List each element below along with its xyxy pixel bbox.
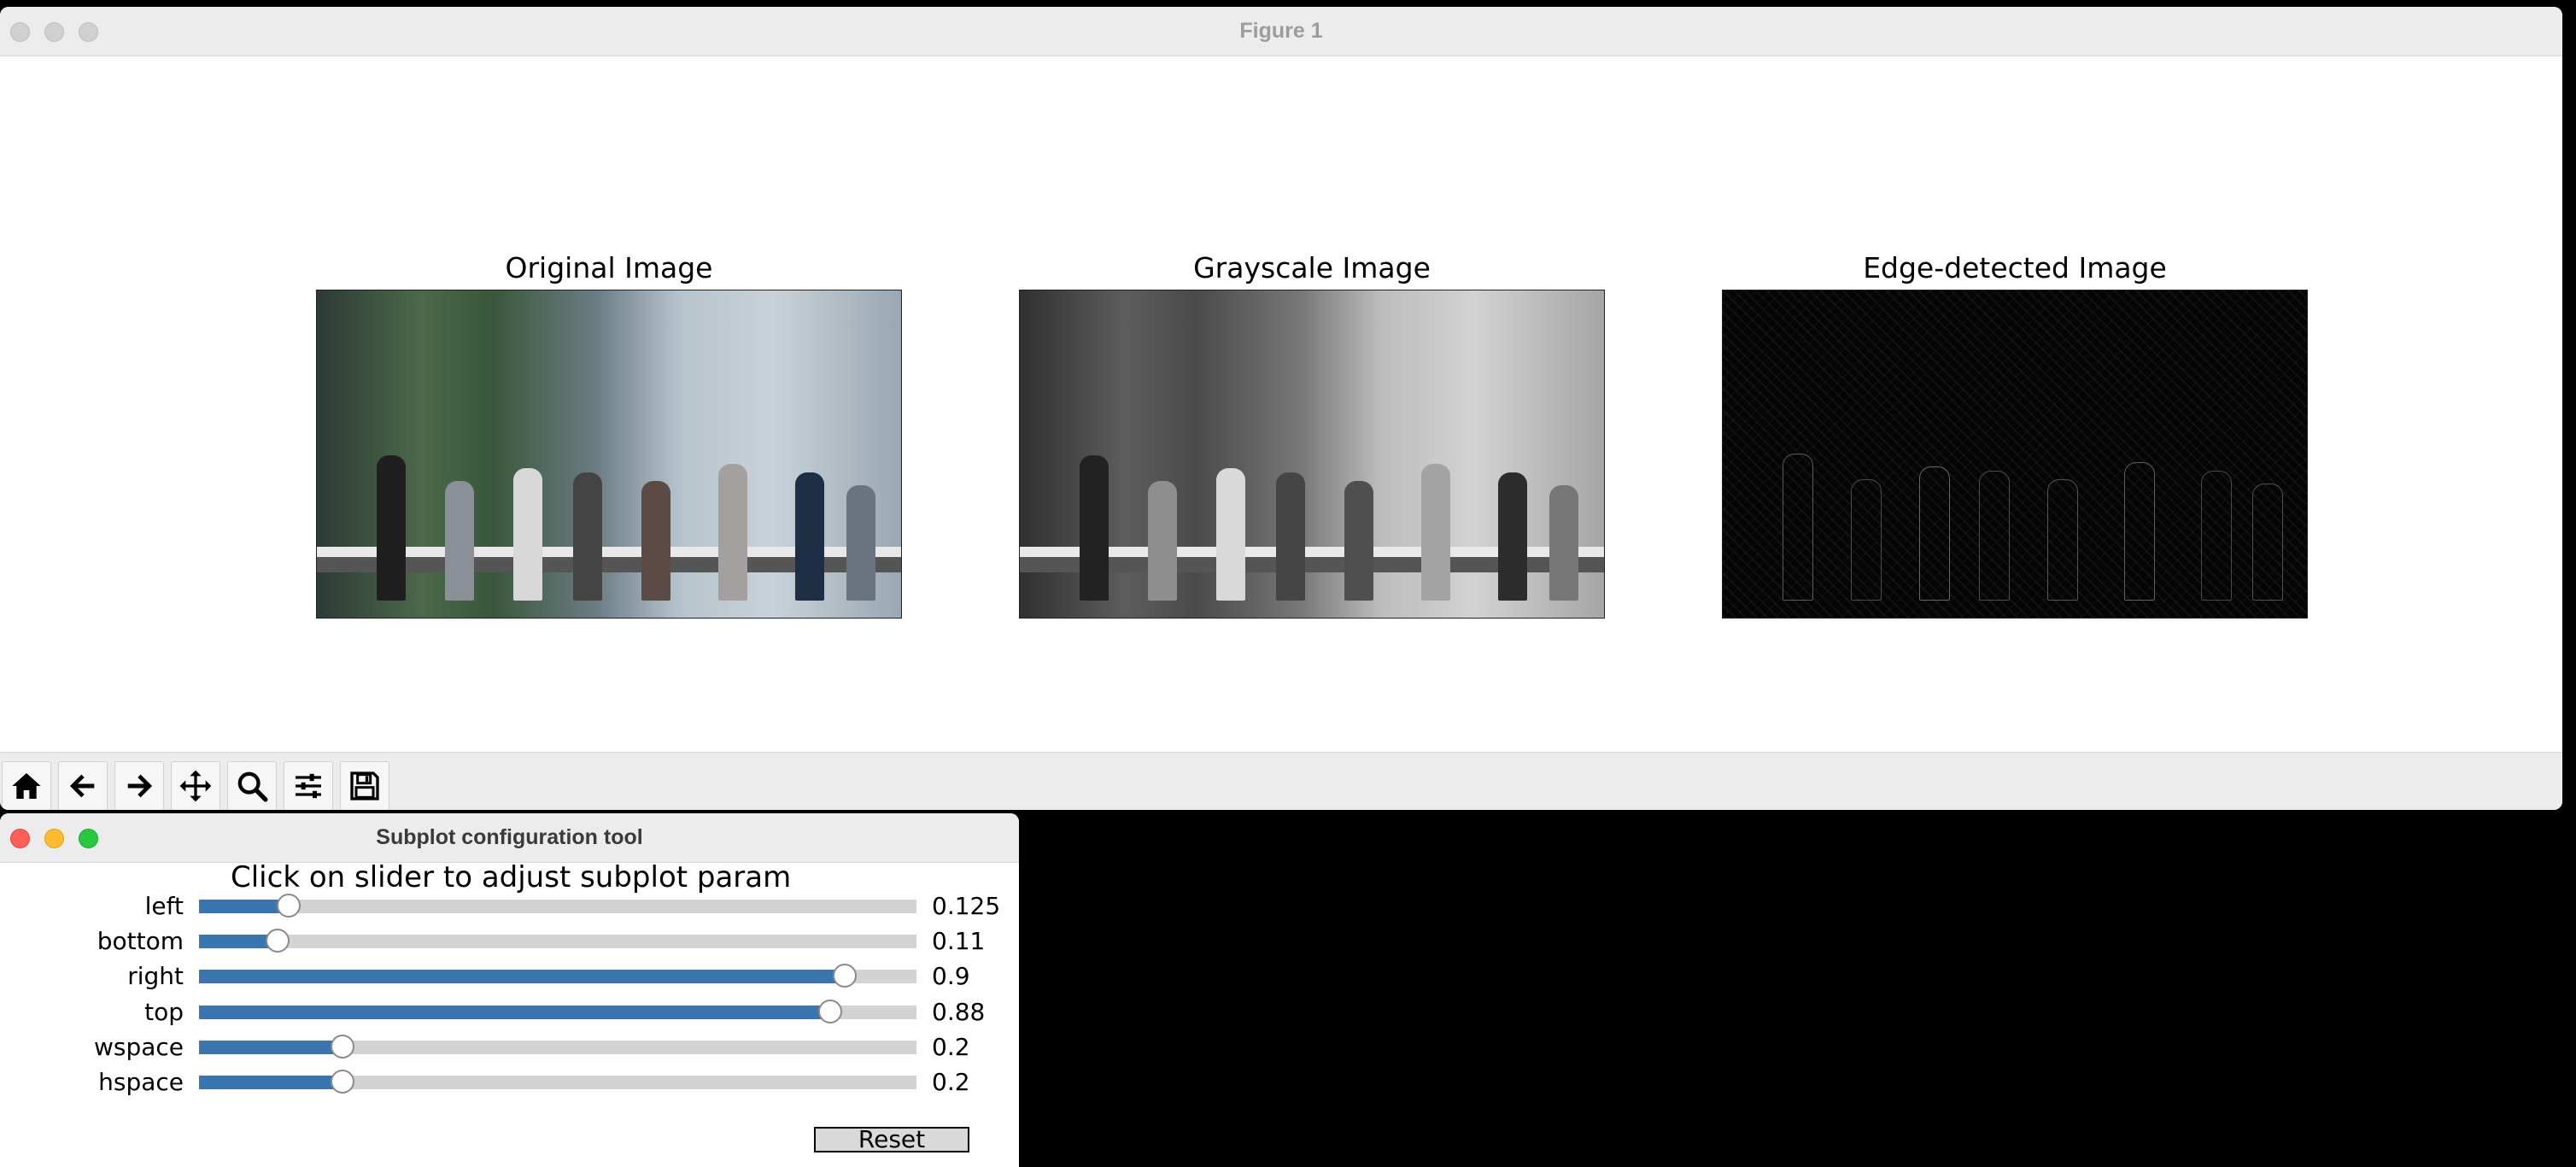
figure-titlebar[interactable]: Figure 1 bbox=[0, 7, 2562, 56]
pan-button[interactable] bbox=[171, 761, 220, 810]
slider-row-wspace: wspace 0.2 bbox=[0, 1029, 1019, 1064]
navigation-toolbar bbox=[0, 752, 2562, 810]
slider-value: 0.125 bbox=[932, 892, 1001, 920]
subplot-config-window: Subplot configuration tool Click on slid… bbox=[0, 813, 1019, 1167]
back-button[interactable] bbox=[58, 761, 108, 810]
slider-row-bottom: bottom 0.11 bbox=[0, 924, 1019, 959]
slider-value: 0.11 bbox=[932, 927, 986, 955]
home-icon bbox=[12, 773, 41, 799]
slider-handle[interactable] bbox=[266, 929, 290, 953]
original-image bbox=[316, 290, 902, 619]
edge-detected-image bbox=[1722, 290, 2308, 619]
slider-hspace[interactable] bbox=[199, 1070, 916, 1094]
slider-value: 0.2 bbox=[932, 1068, 970, 1096]
slider-row-right: right 0.9 bbox=[0, 959, 1019, 994]
arrow-right-icon bbox=[127, 774, 152, 798]
slider-handle[interactable] bbox=[818, 1000, 843, 1023]
slider-label: wspace bbox=[93, 1033, 184, 1061]
slider-label: hspace bbox=[98, 1068, 184, 1096]
panel-title-edges: Edge-detected Image bbox=[1863, 251, 2167, 284]
slider-top[interactable] bbox=[199, 1000, 916, 1023]
slider-value: 0.88 bbox=[932, 998, 986, 1026]
slider-handle[interactable] bbox=[331, 1035, 354, 1059]
desktop: Figure 1 Original Image Grayscale Image bbox=[0, 0, 2576, 1167]
figure-canvas: Original Image Grayscale Image Edge-dete… bbox=[0, 56, 2562, 753]
slider-handle[interactable] bbox=[331, 1070, 354, 1094]
slider-label: bottom bbox=[97, 927, 184, 955]
slider-row-hspace: hspace 0.2 bbox=[0, 1064, 1019, 1100]
slider-fill bbox=[199, 970, 845, 983]
slider-fill bbox=[199, 1076, 342, 1089]
save-button[interactable] bbox=[340, 761, 389, 810]
slider-fill bbox=[199, 900, 289, 913]
arrow-left-icon bbox=[70, 774, 95, 798]
slider-left[interactable] bbox=[199, 894, 916, 918]
forward-button[interactable] bbox=[114, 761, 164, 810]
slider-row-top: top 0.88 bbox=[0, 994, 1019, 1029]
configure-subplots-button[interactable] bbox=[284, 761, 333, 810]
slider-wspace[interactable] bbox=[199, 1035, 916, 1059]
reset-button[interactable]: Reset bbox=[814, 1127, 969, 1152]
edge-outlines bbox=[1723, 438, 2307, 601]
slider-label: right bbox=[127, 962, 184, 990]
crowd-illustration bbox=[317, 438, 901, 601]
window-title: Subplot configuration tool bbox=[376, 825, 643, 849]
slider-label: top bbox=[144, 998, 184, 1026]
crowd-illustration bbox=[1020, 438, 1604, 601]
move-icon bbox=[179, 770, 212, 802]
slider-handle[interactable] bbox=[833, 964, 857, 988]
slider-label: left bbox=[144, 892, 184, 920]
zoom-tool-button[interactable] bbox=[227, 761, 277, 810]
floppy-disk-icon bbox=[350, 771, 379, 800]
slider-value: 0.9 bbox=[932, 962, 970, 990]
sliders-icon bbox=[296, 773, 321, 799]
slider-value: 0.2 bbox=[932, 1033, 970, 1061]
panel-title-grayscale: Grayscale Image bbox=[1193, 251, 1431, 284]
magnifier-icon bbox=[237, 771, 268, 802]
slider-row-left: left 0.125 bbox=[0, 888, 1019, 924]
slider-bottom[interactable] bbox=[199, 929, 916, 953]
panel-title-original: Original Image bbox=[505, 251, 713, 284]
config-titlebar[interactable]: Subplot configuration tool bbox=[0, 813, 1019, 863]
home-button[interactable] bbox=[2, 761, 51, 810]
grayscale-image bbox=[1019, 290, 1605, 619]
slider-handle[interactable] bbox=[277, 894, 301, 918]
slider-fill bbox=[199, 1041, 342, 1054]
slider-fill bbox=[199, 1006, 831, 1019]
figure-window: Figure 1 Original Image Grayscale Image bbox=[0, 7, 2562, 810]
window-title: Figure 1 bbox=[1239, 19, 1323, 43]
slider-right[interactable] bbox=[199, 964, 916, 988]
